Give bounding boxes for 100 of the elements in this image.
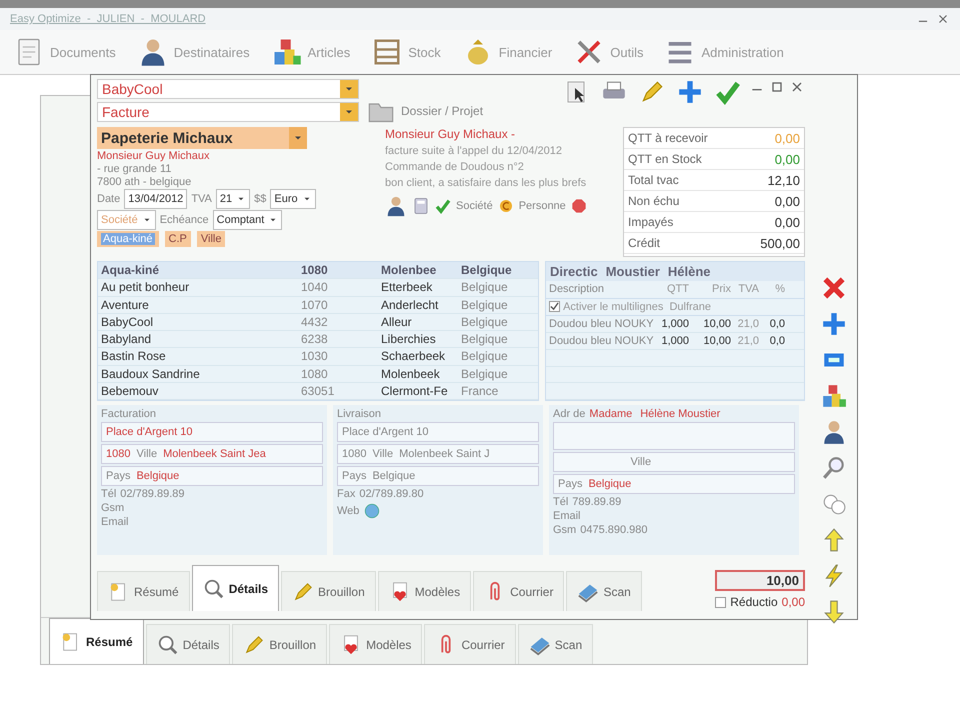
menu-button[interactable]: Destinataires bbox=[130, 35, 258, 69]
checkbox[interactable] bbox=[549, 301, 560, 312]
tab[interactable]: Société bbox=[456, 200, 493, 212]
table-cell: Doudou bleu NOUKY bbox=[549, 318, 655, 330]
summary-value: 0,00 bbox=[774, 194, 800, 208]
table-row[interactable]: Bebemouv 63051 Clermont-Fe France bbox=[98, 382, 538, 400]
terms-dropdown[interactable]: Comptant bbox=[212, 210, 282, 230]
reference-text: Commande de Doudous n°2 bbox=[385, 161, 525, 173]
contact-name: Monsieur Guy Michaux bbox=[97, 150, 210, 162]
street-text: Place d'Argent 10 bbox=[106, 426, 192, 438]
person-icon[interactable] bbox=[385, 195, 407, 217]
tab[interactable]: Résumé bbox=[97, 571, 190, 611]
table-cell-text: Clermont-Fe bbox=[381, 384, 449, 398]
section-title: Livraison bbox=[337, 408, 382, 420]
field-label: Pays bbox=[342, 470, 366, 482]
phone-text: 02/789.89.89 bbox=[120, 488, 185, 500]
menu-button[interactable]: Financier bbox=[454, 35, 560, 69]
table-cell-text: 1080 bbox=[301, 263, 329, 278]
delete-icon[interactable] bbox=[821, 275, 847, 301]
country-text: Belgique bbox=[588, 478, 632, 490]
table-cell-text: Aventure bbox=[101, 298, 150, 312]
city-filter[interactable]: Ville bbox=[196, 231, 226, 247]
pencil-icon bbox=[292, 580, 314, 602]
table-cell-text: Anderlecht bbox=[381, 298, 440, 312]
city-text: Molenbeek Saint Jea bbox=[163, 448, 266, 460]
menu-button[interactable]: Documents bbox=[6, 35, 124, 69]
table-row[interactable]: Aqua-kiné 1080 Molenbee Belgique bbox=[98, 262, 538, 280]
tab[interactable]: Modèles bbox=[329, 624, 422, 664]
supplier-text: Dulfrane bbox=[669, 300, 712, 313]
company-dropdown[interactable]: BabyCool bbox=[97, 79, 359, 99]
summary-label: Crédit bbox=[628, 236, 660, 250]
contact-link[interactable]: Monsieur Guy Michaux - bbox=[385, 127, 615, 141]
table-row[interactable]: BabyCool 4432 Alleur Belgique bbox=[98, 314, 538, 331]
document-type-dropdown[interactable]: Facture bbox=[97, 102, 359, 122]
tab[interactable]: Détails bbox=[192, 565, 280, 611]
stop-icon[interactable] bbox=[570, 198, 587, 214]
section-title: Adr de bbox=[553, 408, 586, 420]
table-row[interactable]: Au petit bonheur 1040 Etterbeek Belgique bbox=[98, 279, 538, 296]
field-label: Fax bbox=[337, 488, 356, 500]
field-label: Tél bbox=[553, 496, 568, 508]
customer-dropdown[interactable]: Papeterie Michaux bbox=[97, 127, 307, 149]
table-cell-text: 0,0 bbox=[768, 318, 785, 330]
table-cell-text: Babyland bbox=[101, 332, 152, 346]
tab[interactable]: Courrier bbox=[473, 571, 564, 611]
postcode-filter[interactable]: C.P bbox=[164, 231, 191, 247]
field-label: Tél bbox=[101, 488, 116, 500]
menu-button[interactable]: Outils bbox=[566, 35, 652, 69]
tab[interactable]: Brouillon bbox=[281, 571, 376, 611]
table-row[interactable]: Aventure 1070 Anderlecht Belgique bbox=[98, 296, 538, 314]
table-cell-text: Bastin Rose bbox=[101, 349, 167, 364]
plus-icon[interactable] bbox=[821, 311, 847, 337]
globe-icon[interactable] bbox=[363, 502, 382, 520]
check-icon[interactable] bbox=[715, 79, 741, 105]
plus-icon[interactable] bbox=[677, 79, 703, 105]
tab[interactable]: Courrier bbox=[424, 624, 516, 664]
postcode-text: 1080 bbox=[342, 448, 366, 460]
table-cell-text: Belgique bbox=[461, 314, 509, 329]
table-cell-text: 10,00 bbox=[702, 334, 731, 347]
table-cell-text: Bebemouv bbox=[101, 384, 160, 398]
tab[interactable]: Brouillon bbox=[232, 624, 328, 664]
table-cell-text: 1080 bbox=[301, 366, 329, 381]
tab[interactable]: Détails bbox=[146, 624, 230, 664]
fax-text: 02/789.89.80 bbox=[359, 488, 424, 500]
tab[interactable]: Scan bbox=[518, 624, 594, 664]
total-field: 10,00 bbox=[715, 570, 805, 591]
tab[interactable]: Scan bbox=[566, 571, 642, 611]
date-label: Date bbox=[97, 193, 120, 205]
table-row[interactable]: Bastin Rose 1030 Schaerbeek Belgique bbox=[98, 348, 538, 366]
summary-value: 12,10 bbox=[767, 172, 800, 188]
column-header: % bbox=[774, 283, 785, 296]
vat-dropdown[interactable]: 21 bbox=[216, 189, 250, 209]
table-row[interactable]: Babyland 6238 Liberchies Belgique bbox=[98, 331, 538, 348]
address-field[interactable] bbox=[553, 422, 795, 450]
table-cell-text: 1,000 bbox=[660, 334, 689, 347]
checkbox-label: Réductio bbox=[730, 595, 778, 609]
menu-button[interactable]: Stock bbox=[364, 35, 449, 69]
column-header: Description bbox=[549, 283, 606, 296]
table-cell-text: Belgique bbox=[461, 280, 509, 294]
currency-dropdown[interactable]: Euro bbox=[270, 189, 316, 209]
field-label: Pays bbox=[106, 470, 130, 482]
blocks-icon[interactable] bbox=[821, 383, 847, 409]
country-text: Belgique bbox=[136, 470, 180, 482]
table-cell-text: Belgique bbox=[461, 263, 513, 278]
check-icon[interactable] bbox=[435, 198, 451, 214]
calculator-icon[interactable] bbox=[412, 197, 430, 215]
note-text: facture suite à l'appel du 12/04/2012 bbox=[385, 145, 564, 157]
comment-text: bon client, a satisfaire dans les plus brefs bbox=[385, 177, 588, 189]
table-cell: Hélène bbox=[668, 264, 711, 279]
date-field[interactable]: 13/04/2012 bbox=[124, 189, 188, 209]
street-text: - rue grande 11 bbox=[97, 163, 172, 175]
country-text: Belgique bbox=[372, 470, 416, 482]
tab[interactable]: Personne bbox=[518, 200, 566, 212]
blocks-icon bbox=[272, 37, 302, 67]
table-row[interactable]: Baudoux Sandrine 1080 Molenbeek Belgique bbox=[98, 366, 538, 383]
tab[interactable]: Modèles bbox=[378, 571, 472, 611]
checkbox[interactable] bbox=[715, 596, 726, 608]
menu-button[interactable]: Articles bbox=[264, 35, 358, 69]
menu-button[interactable]: Administration bbox=[657, 35, 792, 69]
field-label: Ville bbox=[136, 448, 158, 460]
tab[interactable]: Résumé bbox=[49, 618, 144, 664]
